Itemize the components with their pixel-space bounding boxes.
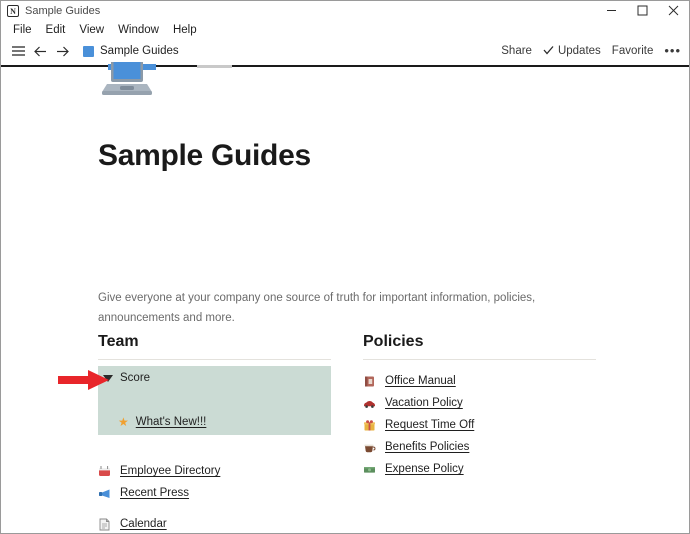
updates-label: Updates [557,45,601,57]
breadcrumb[interactable]: Sample Guides [83,45,179,57]
menu-item-view[interactable]: View [72,20,111,40]
updates-button[interactable]: Updates [543,45,601,58]
arrow-left-icon[interactable] [31,42,49,60]
toolbar: Sample Guides Share Updates Favorite ••• [1,40,689,62]
more-options-icon[interactable]: ••• [664,44,681,57]
link-label[interactable]: Recent Press [120,487,189,499]
menu-bar: File Edit View Window Help [1,20,689,40]
money-emoji-icon [363,463,376,476]
link-label[interactable]: Calendar [120,518,167,530]
megaphone-emoji-icon [98,487,111,500]
closed-book-emoji-icon [363,375,376,388]
divider-gray-segment [197,65,232,68]
team-divider [98,359,331,360]
section-heading-team: Team [98,333,139,350]
card-index-emoji-icon [98,465,111,478]
menu-item-edit[interactable]: Edit [39,20,73,40]
notion-app-icon: N [7,4,19,17]
page-content: Sample Guides Give everyone at your comp… [1,62,689,533]
chevron-down-icon[interactable] [103,374,113,382]
page-title: Sample Guides [98,139,311,173]
link-label[interactable]: Request Time Off [385,419,474,431]
whats-new-label[interactable]: What's New!!! [136,416,207,428]
close-button[interactable] [658,1,689,20]
list-item[interactable]: Benefits Policies [363,436,474,458]
menu-item-file[interactable]: File [6,20,39,40]
app-window: N Sample Guides File Edit View Window He… [0,0,690,534]
car-emoji-icon [363,397,376,410]
gift-emoji-icon [363,419,376,432]
page-description: Give everyone at your company one source… [98,291,536,324]
list-item[interactable]: Expense Policy [363,458,474,480]
menu-item-window[interactable]: Window [111,20,166,40]
title-bar: N Sample Guides [1,1,689,20]
policies-links-group: Office Manual Vacation Policy Request Ti… [363,370,474,480]
policies-divider [363,359,596,360]
link-label[interactable]: Expense Policy [385,463,464,475]
link-label[interactable]: Benefits Policies [385,441,469,453]
link-label[interactable]: Office Manual [385,375,456,387]
team-links-secondary-group: Calendar [98,513,167,533]
score-toggle-row[interactable]: Score [103,372,150,384]
link-label[interactable]: Employee Directory [120,465,220,477]
score-toggle-label: Score [120,372,151,384]
section-heading-policies: Policies [363,333,424,350]
list-item[interactable]: Request Time Off [363,414,474,436]
page-document-emoji-icon [98,518,111,531]
blue-square-page-icon [83,45,94,57]
window-controls [596,1,689,20]
maximize-button[interactable] [627,1,658,20]
coffee-emoji-icon [363,441,376,454]
breadcrumb-label[interactable]: Sample Guides [100,45,179,57]
toolbar-actions: Share Updates Favorite ••• [501,40,681,62]
whats-new-link[interactable]: ★ What's New!!! [118,416,206,428]
menu-item-help[interactable]: Help [166,20,204,40]
star-emoji-icon: ★ [118,415,129,429]
favorite-button[interactable]: Favorite [612,45,654,57]
minimize-button[interactable] [596,1,627,20]
list-item[interactable]: Employee Directory [98,460,220,482]
list-item[interactable]: Office Manual [363,370,474,392]
arrow-right-icon[interactable] [53,42,71,60]
window-title: Sample Guides [25,4,101,17]
list-item[interactable]: Recent Press [98,482,220,504]
score-toggle-block[interactable]: Score ★ What's New!!! [98,366,331,435]
laptop-emoji-icon[interactable] [99,62,155,104]
check-icon [543,45,554,58]
link-label[interactable]: Vacation Policy [385,397,463,409]
hamburger-icon[interactable] [9,42,27,60]
share-button[interactable]: Share [501,45,532,57]
list-item[interactable]: Vacation Policy [363,392,474,414]
list-item[interactable]: Calendar [98,513,167,533]
team-links-group: Employee Directory Recent Press [98,460,220,504]
